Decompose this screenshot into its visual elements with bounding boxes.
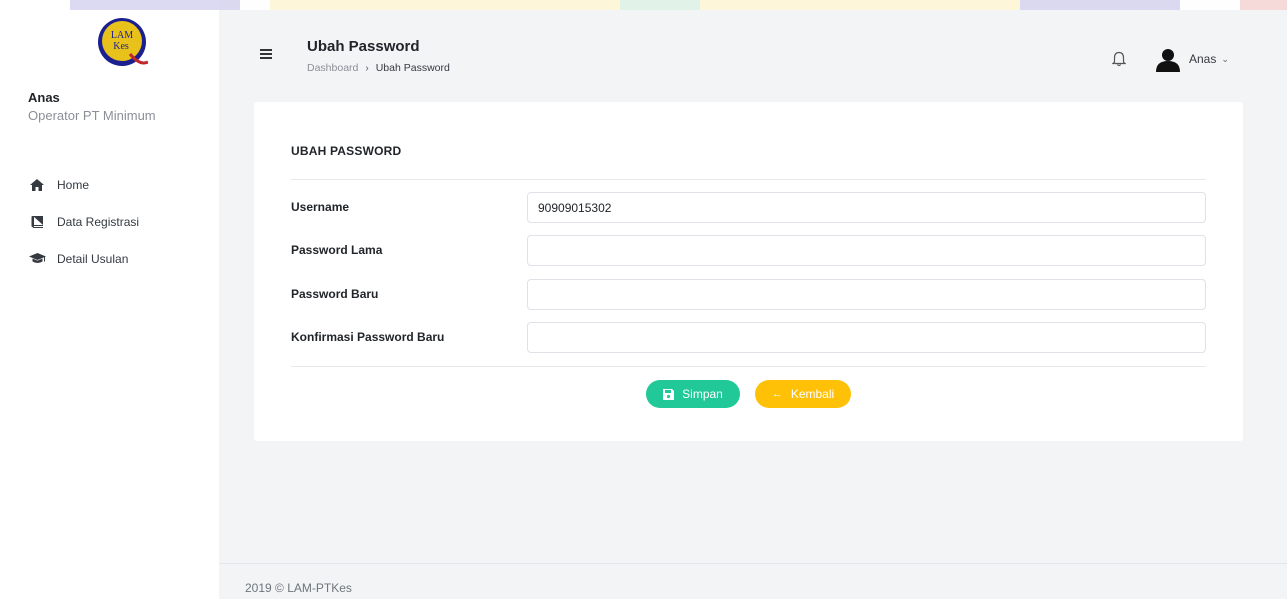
change-password-card: UBAH PASSWORD Username Password Lama Pas… [254, 102, 1243, 441]
breadcrumb-current: Ubah Password [375, 62, 450, 74]
footer-copyright: 2019 © LAM-PTKes [245, 581, 352, 595]
main-area: Ubah Password Dashboard › Ubah Password … [219, 0, 1287, 599]
breadcrumb-separator: › [365, 62, 369, 74]
top-decorative-stripe [0, 0, 1287, 10]
username-input[interactable] [527, 192, 1206, 223]
sidebar-item-label: Home [57, 177, 90, 192]
sidebar-item-label: Detail Usulan [57, 251, 129, 266]
footer: 2019 © LAM-PTKes [219, 563, 1287, 599]
save-button[interactable]: Simpan [646, 380, 740, 408]
card-divider-bottom [291, 366, 1206, 367]
save-button-label: Simpan [682, 387, 723, 401]
user-menu-name: Anas [1189, 52, 1217, 66]
save-icon [663, 388, 675, 400]
username-label: Username [291, 200, 350, 214]
card-divider-top [291, 179, 1206, 180]
user-avatar-icon[interactable] [1155, 48, 1181, 72]
sidebar-user-name: Anas [28, 90, 60, 105]
sidebar-user-role: Operator PT Minimum [28, 108, 156, 123]
menu-toggle-icon[interactable] [260, 49, 272, 59]
sidebar-item-detail-usulan[interactable]: Detail Usulan [28, 240, 208, 277]
arrow-left-icon: ← [771, 388, 783, 400]
book-icon [28, 215, 46, 229]
back-button[interactable]: ← Kembali [755, 380, 851, 408]
sidebar: LAM Kes Anas Operator PT Minimum Home Da… [0, 0, 219, 599]
back-button-label: Kembali [790, 387, 835, 401]
confirm-password-input[interactable] [527, 322, 1206, 353]
svg-text:LAM: LAM [111, 30, 133, 41]
home-icon [28, 178, 46, 192]
new-password-label: Password Baru [291, 287, 379, 301]
sidebar-item-label: Data Registrasi [57, 214, 140, 229]
breadcrumb-dashboard-link[interactable]: Dashboard [307, 62, 358, 74]
page-title: Ubah Password [307, 38, 420, 55]
sidebar-item-data-registrasi[interactable]: Data Registrasi [28, 203, 208, 240]
page-header: Ubah Password Dashboard › Ubah Password … [219, 10, 1287, 86]
svg-text:Kes: Kes [113, 41, 129, 52]
chevron-down-icon: ⌄ [1221, 53, 1229, 64]
lam-ptkes-logo: LAM Kes [98, 18, 148, 66]
old-password-label: Password Lama [291, 243, 383, 257]
user-menu[interactable]: Anas ⌄ [1189, 52, 1229, 66]
sidebar-item-home[interactable]: Home [28, 166, 208, 203]
bell-icon[interactable] [1112, 51, 1126, 67]
breadcrumb: Dashboard › Ubah Password [307, 62, 450, 74]
sidebar-nav: Home Data Registrasi Detail Usulan [28, 166, 208, 277]
new-password-input[interactable] [527, 279, 1206, 310]
graduation-cap-icon [28, 252, 46, 266]
card-title: UBAH PASSWORD [291, 144, 402, 158]
old-password-input[interactable] [527, 235, 1206, 266]
confirm-password-label: Konfirmasi Password Baru [291, 330, 445, 344]
